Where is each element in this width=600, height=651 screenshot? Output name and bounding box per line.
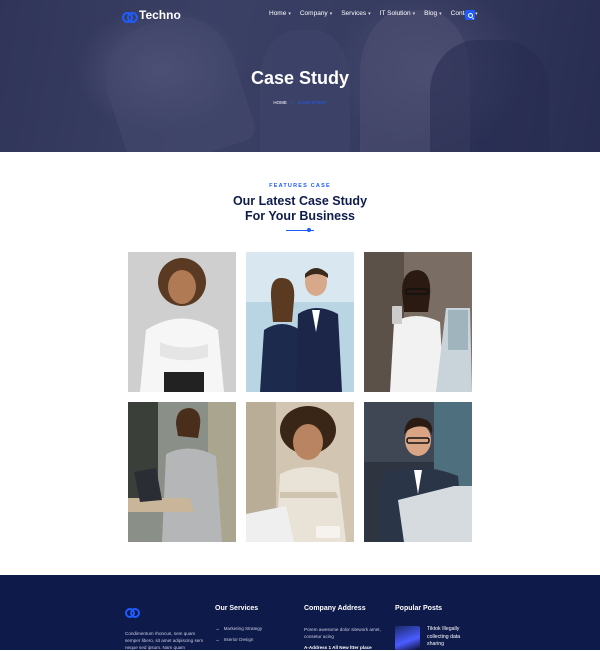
arrow-right-icon: → [215, 636, 220, 642]
logo-mark-icon [122, 10, 138, 23]
footer-posts-heading: Popular Posts [395, 605, 443, 612]
chevron-down-icon: ▾ [439, 10, 442, 17]
case-study-image [128, 252, 236, 392]
case-study-card-5[interactable] [246, 402, 354, 542]
case-study-card-3[interactable] [364, 252, 472, 392]
main-menu: Home ▾ Company ▾ Services ▾ IT Solution ▾ Bl… [269, 10, 478, 17]
case-study-card-1[interactable] [128, 252, 236, 392]
footer-about-text: Condimentum rhoncus, sem quam semper lib… [125, 631, 204, 650]
section-title-line-2: For Your Business [245, 209, 355, 223]
search-icon [467, 12, 473, 18]
breadcrumb-current: CASE STUDY [297, 100, 327, 105]
chevron-down-icon: ▾ [412, 10, 416, 17]
nav-item-blog[interactable]: Blog ▾ [424, 10, 442, 17]
footer-services-list: → Marketing Strategy → Interior Design [215, 626, 262, 647]
site-footer [0, 575, 600, 650]
breadcrumb: HOME » CASE STUDY [0, 100, 600, 105]
popular-post-title[interactable]: Tiktok Illegally collecting data sharing [427, 626, 472, 649]
nav-item-it-solution[interactable]: IT Solution ▾ [380, 10, 415, 17]
nav-item-home[interactable]: Home ▾ [269, 10, 291, 17]
case-study-image [246, 252, 354, 392]
logo-text: Techno [139, 8, 181, 22]
nav-item-services[interactable]: Services ▾ [341, 10, 370, 17]
section-divider [286, 228, 314, 232]
breadcrumb-separator: » [291, 100, 294, 105]
footer-logo-text: Techno [140, 605, 181, 617]
footer-address-text: Porem awesome dolor sitework amet, conse… [304, 627, 381, 639]
section-subtitle: FEATURES CASE [269, 183, 331, 189]
footer-service-item[interactable]: → Interior Design [215, 637, 262, 642]
chevron-down-icon: ▾ [368, 10, 371, 17]
case-study-card-6[interactable] [364, 402, 472, 542]
site-logo[interactable]: Techno [122, 8, 181, 23]
popular-post-thumbnail[interactable] [395, 626, 420, 650]
logo-mark-icon [125, 606, 140, 618]
footer-address-heading: Company Address [304, 605, 366, 612]
section-title: Our Latest Case Study For Your Business [0, 194, 600, 224]
case-study-image [246, 402, 354, 542]
chevron-down-icon: ▾ [475, 10, 478, 17]
footer-address: Porem awesome dolor sitework amet, conse… [304, 626, 384, 651]
arrow-right-icon: → [215, 626, 220, 631]
chevron-down-icon: ▾ [329, 10, 333, 17]
page-title: Case Study [250, 68, 350, 88]
case-study-card-4[interactable] [128, 402, 236, 542]
case-study-image [364, 252, 472, 392]
case-study-card-2[interactable] [246, 252, 354, 392]
nav-item-company[interactable]: Company ▾ [300, 10, 332, 17]
search-button[interactable] [465, 10, 475, 20]
case-study-image [128, 402, 236, 542]
breadcrumb-home[interactable]: HOME [273, 100, 287, 105]
footer-services-heading: Our Services [215, 605, 259, 612]
chevron-down-icon: ▾ [288, 10, 291, 17]
section-title-line-1: Our Latest Case Study [232, 194, 368, 208]
case-study-image [364, 402, 472, 542]
footer-logo[interactable]: Techno [125, 605, 181, 618]
footer-service-item[interactable]: → Marketing Strategy [215, 626, 262, 631]
top-navigation: Techno Home ▾ Company ▾ Services ▾ IT Solut… [0, 0, 600, 30]
